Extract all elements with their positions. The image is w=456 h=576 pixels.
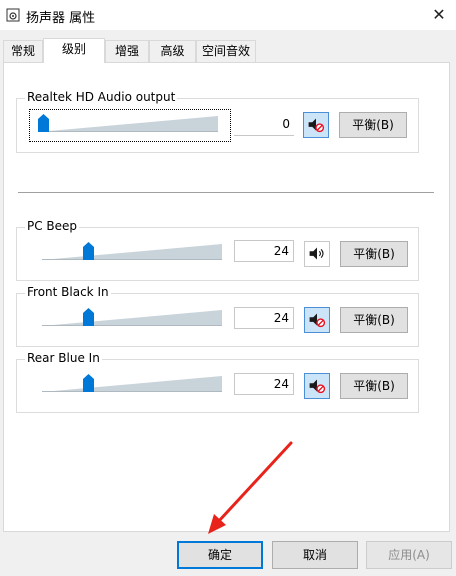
volume-value-realtek[interactable]: 0 (234, 114, 294, 136)
speaker-app-icon (6, 8, 20, 22)
tab-levels[interactable]: 级别 (43, 38, 105, 63)
speaker-icon (309, 247, 324, 260)
slider-thumb[interactable] (83, 374, 94, 392)
volume-value-pc-beep[interactable]: 24 (234, 240, 294, 262)
levels-panel: Realtek HD Audio output 0 平衡(B) PC Beep … (3, 62, 450, 532)
slider-track (42, 310, 222, 326)
mute-button-front-black-in[interactable] (304, 307, 330, 333)
volume-slider-realtek[interactable] (38, 110, 218, 138)
slider-track (38, 116, 218, 132)
cancel-button[interactable]: 取消 (272, 541, 358, 569)
speaker-muted-icon (309, 379, 326, 394)
tab-enhancements[interactable]: 增强 (105, 40, 149, 62)
mute-button-pc-beep[interactable] (304, 241, 330, 267)
tab-advanced[interactable]: 高级 (149, 40, 196, 62)
balance-button-front-black-in[interactable]: 平衡(B) (340, 307, 408, 333)
balance-button-realtek[interactable]: 平衡(B) (339, 112, 407, 138)
tab-general[interactable]: 常规 (3, 40, 43, 62)
device-label: Front Black In (25, 285, 111, 299)
window-title: 扬声器 属性 (26, 11, 96, 26)
volume-value-front-black-in[interactable]: 24 (234, 307, 294, 329)
slider-track (42, 376, 222, 392)
close-button[interactable]: ✕ (422, 0, 456, 30)
speaker-muted-icon (309, 313, 326, 328)
balance-button-rear-blue-in[interactable]: 平衡(B) (340, 373, 408, 399)
tab-spatial-sound[interactable]: 空间音效 (196, 40, 256, 62)
mute-button-realtek[interactable] (303, 112, 329, 138)
volume-slider-rear-blue-in[interactable] (42, 370, 222, 398)
volume-slider-front-black-in[interactable] (42, 304, 222, 332)
volume-value-rear-blue-in[interactable]: 24 (234, 373, 294, 395)
slider-thumb[interactable] (83, 308, 94, 326)
device-label: PC Beep (25, 219, 80, 233)
slider-thumb[interactable] (38, 114, 49, 132)
device-label: Rear Blue In (25, 351, 102, 365)
device-label: Realtek HD Audio output (25, 90, 178, 104)
title-bar: 扬声器 属性 ✕ (0, 0, 456, 30)
slider-thumb[interactable] (83, 242, 94, 260)
volume-slider-pc-beep[interactable] (42, 238, 222, 266)
balance-button-pc-beep[interactable]: 平衡(B) (340, 241, 408, 267)
separator-line (18, 192, 434, 193)
ok-button[interactable]: 确定 (177, 541, 263, 569)
speaker-muted-icon (308, 118, 325, 133)
apply-button[interactable]: 应用(A) (366, 541, 452, 569)
mute-button-rear-blue-in[interactable] (304, 373, 330, 399)
slider-track (42, 244, 222, 260)
